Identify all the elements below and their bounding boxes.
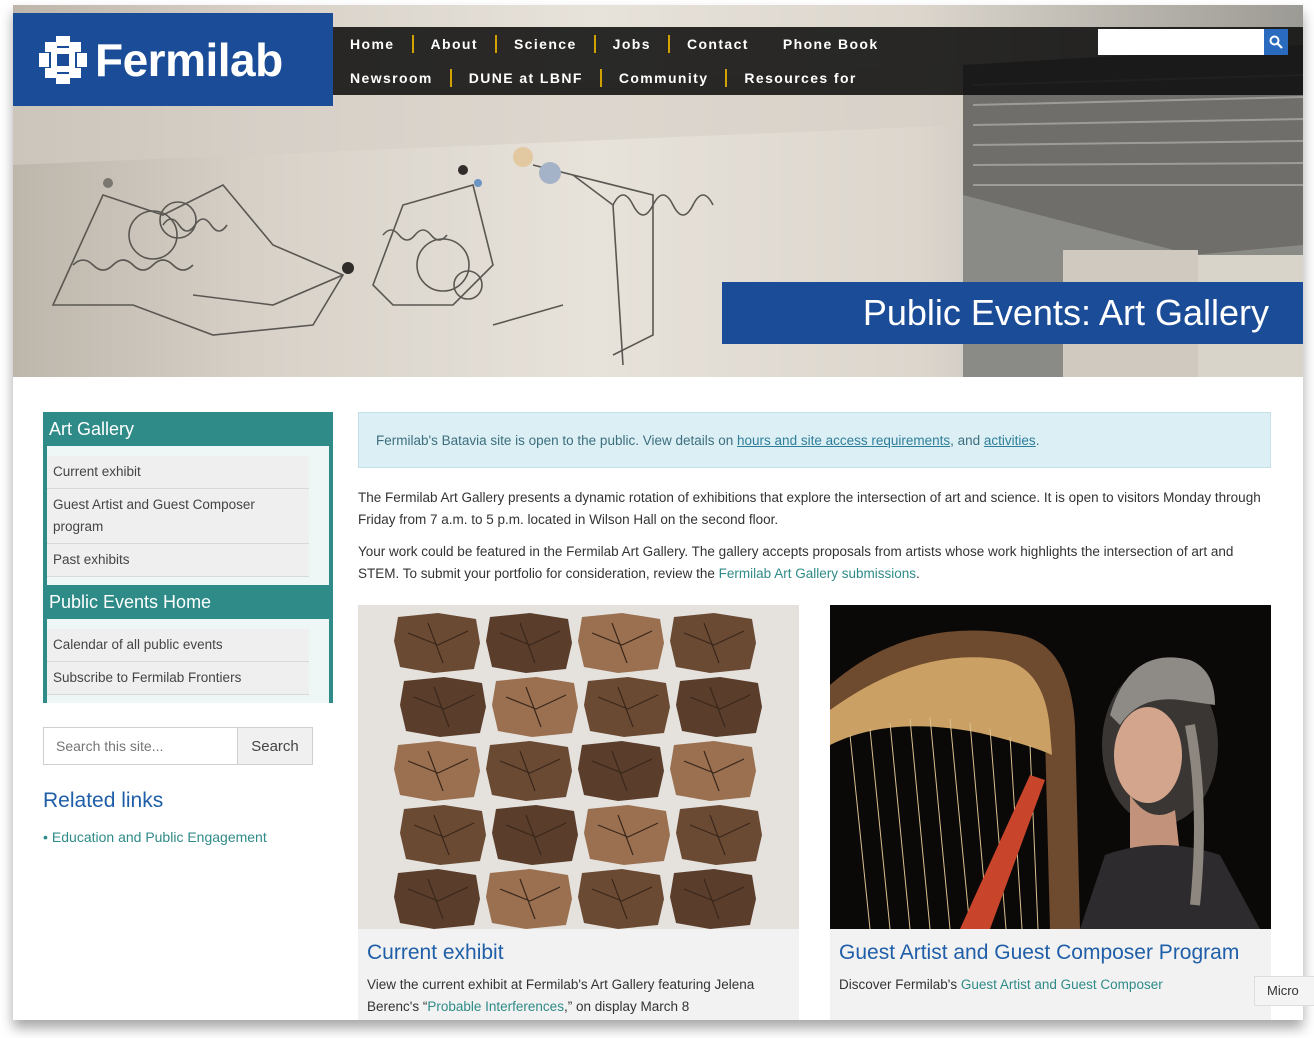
intro-paragraph-2: Your work could be featured in the Fermi… xyxy=(358,541,1270,585)
hero-banner: Fermilab Home About Science Jobs Contact… xyxy=(13,5,1303,377)
probable-interferences-link[interactable]: Probable Interferences xyxy=(427,999,564,1014)
microsite-tab[interactable]: Micro xyxy=(1254,976,1314,1006)
nav-dune-at-lbnf[interactable]: DUNE at LBNF xyxy=(452,69,602,87)
notice-text-mid: , and xyxy=(950,432,984,448)
sidebar-item-calendar[interactable]: Calendar of all public events xyxy=(47,629,309,662)
submissions-link[interactable]: Fermilab Art Gallery submissions xyxy=(719,566,916,581)
sidebar-item-guest-artist-program[interactable]: Guest Artist and Guest Composer program xyxy=(47,489,309,544)
sidebar-item-subscribe[interactable]: Subscribe to Fermilab Frontiers xyxy=(47,662,309,695)
card-current-exhibit[interactable]: Current exhibit View the current exhibit… xyxy=(358,605,799,1020)
related-link-education[interactable]: • Education and Public Engagement xyxy=(43,829,333,845)
nav-phone-book[interactable]: Phone Book xyxy=(766,35,896,53)
main-content: Fermilab's Batavia site is open to the p… xyxy=(358,412,1271,1020)
site-access-notice: Fermilab's Batavia site is open to the p… xyxy=(358,412,1271,468)
fermilab-logo[interactable]: Fermilab xyxy=(13,13,333,106)
site-search-button[interactable]: Search xyxy=(237,727,313,765)
sidebar: Art Gallery Current exhibit Guest Artist… xyxy=(43,412,333,845)
bullet-icon: • xyxy=(43,829,48,845)
sidebar-item-past-exhibits[interactable]: Past exhibits xyxy=(47,544,309,577)
page: Fermilab Home About Science Jobs Contact… xyxy=(13,5,1303,1020)
nav-resources-for[interactable]: Resources for xyxy=(727,69,873,87)
nav-science[interactable]: Science xyxy=(497,35,596,53)
sidebar-heading-art-gallery[interactable]: Art Gallery xyxy=(43,412,333,446)
card2-text-start: Discover Fermilab's xyxy=(839,977,961,992)
related-links-heading: Related links xyxy=(43,789,164,812)
fermilab-logo-icon xyxy=(39,35,87,84)
notice-text-start: Fermilab's Batavia site is open to the p… xyxy=(376,432,738,448)
notice-link-hours[interactable]: hours and site access requirements xyxy=(737,433,950,448)
header-search-input[interactable] xyxy=(1098,29,1264,55)
guest-artist-program-link[interactable]: Guest Artist and Guest Composer xyxy=(961,977,1163,992)
card-title-guest-artist[interactable]: Guest Artist and Guest Composer Program xyxy=(830,929,1271,968)
nav-row-secondary: Newsroom DUNE at LBNF Community Resource… xyxy=(333,61,874,95)
header-search-button[interactable] xyxy=(1264,29,1288,55)
related-link-label: Education and Public Engagement xyxy=(51,829,267,845)
current-exhibit-image xyxy=(358,605,799,929)
intro-paragraph-1: The Fermilab Art Gallery presents a dyna… xyxy=(358,490,1261,527)
card-title-current-exhibit[interactable]: Current exhibit xyxy=(358,929,799,968)
card1-text-end: ,” on display March 8 xyxy=(563,999,690,1014)
page-title: Public Events: Art Gallery xyxy=(722,282,1303,344)
nav-home[interactable]: Home xyxy=(333,35,414,53)
nav-jobs[interactable]: Jobs xyxy=(596,35,670,53)
sidebar-group-art-gallery: Current exhibit Guest Artist and Guest C… xyxy=(43,446,333,585)
card-text-current-exhibit: View the current exhibit at Fermilab's A… xyxy=(358,968,799,1018)
site-search: Search xyxy=(43,727,313,765)
nav-newsroom[interactable]: Newsroom xyxy=(333,69,452,87)
nav-contact[interactable]: Contact xyxy=(670,35,766,53)
search-icon xyxy=(1269,35,1283,49)
intro-p2-end: . xyxy=(915,566,920,581)
nav-about[interactable]: About xyxy=(414,35,497,53)
card-guest-artist[interactable]: Guest Artist and Guest Composer Program … xyxy=(830,605,1271,1020)
header-search xyxy=(1098,29,1288,55)
sidebar-heading-public-events-home[interactable]: Public Events Home xyxy=(43,585,333,619)
logo-text: Fermilab xyxy=(95,33,283,86)
notice-link-activities[interactable]: activities xyxy=(984,433,1036,448)
card-text-guest-artist: Discover Fermilab's Guest Artist and Gue… xyxy=(830,968,1271,996)
guest-artist-image xyxy=(830,605,1271,929)
site-search-input[interactable] xyxy=(43,727,237,765)
notice-text-end: . xyxy=(1035,432,1040,448)
sidebar-item-current-exhibit[interactable]: Current exhibit xyxy=(47,456,309,489)
nav-row-primary: Home About Science Jobs Contact Phone Bo… xyxy=(333,27,896,61)
notice-text: Fermilab's Batavia site is open to the p… xyxy=(376,433,1039,448)
feature-cards: Current exhibit View the current exhibit… xyxy=(358,605,1271,1020)
sidebar-group-public-events: Calendar of all public events Subscribe … xyxy=(43,619,333,703)
nav-community[interactable]: Community xyxy=(602,69,728,87)
